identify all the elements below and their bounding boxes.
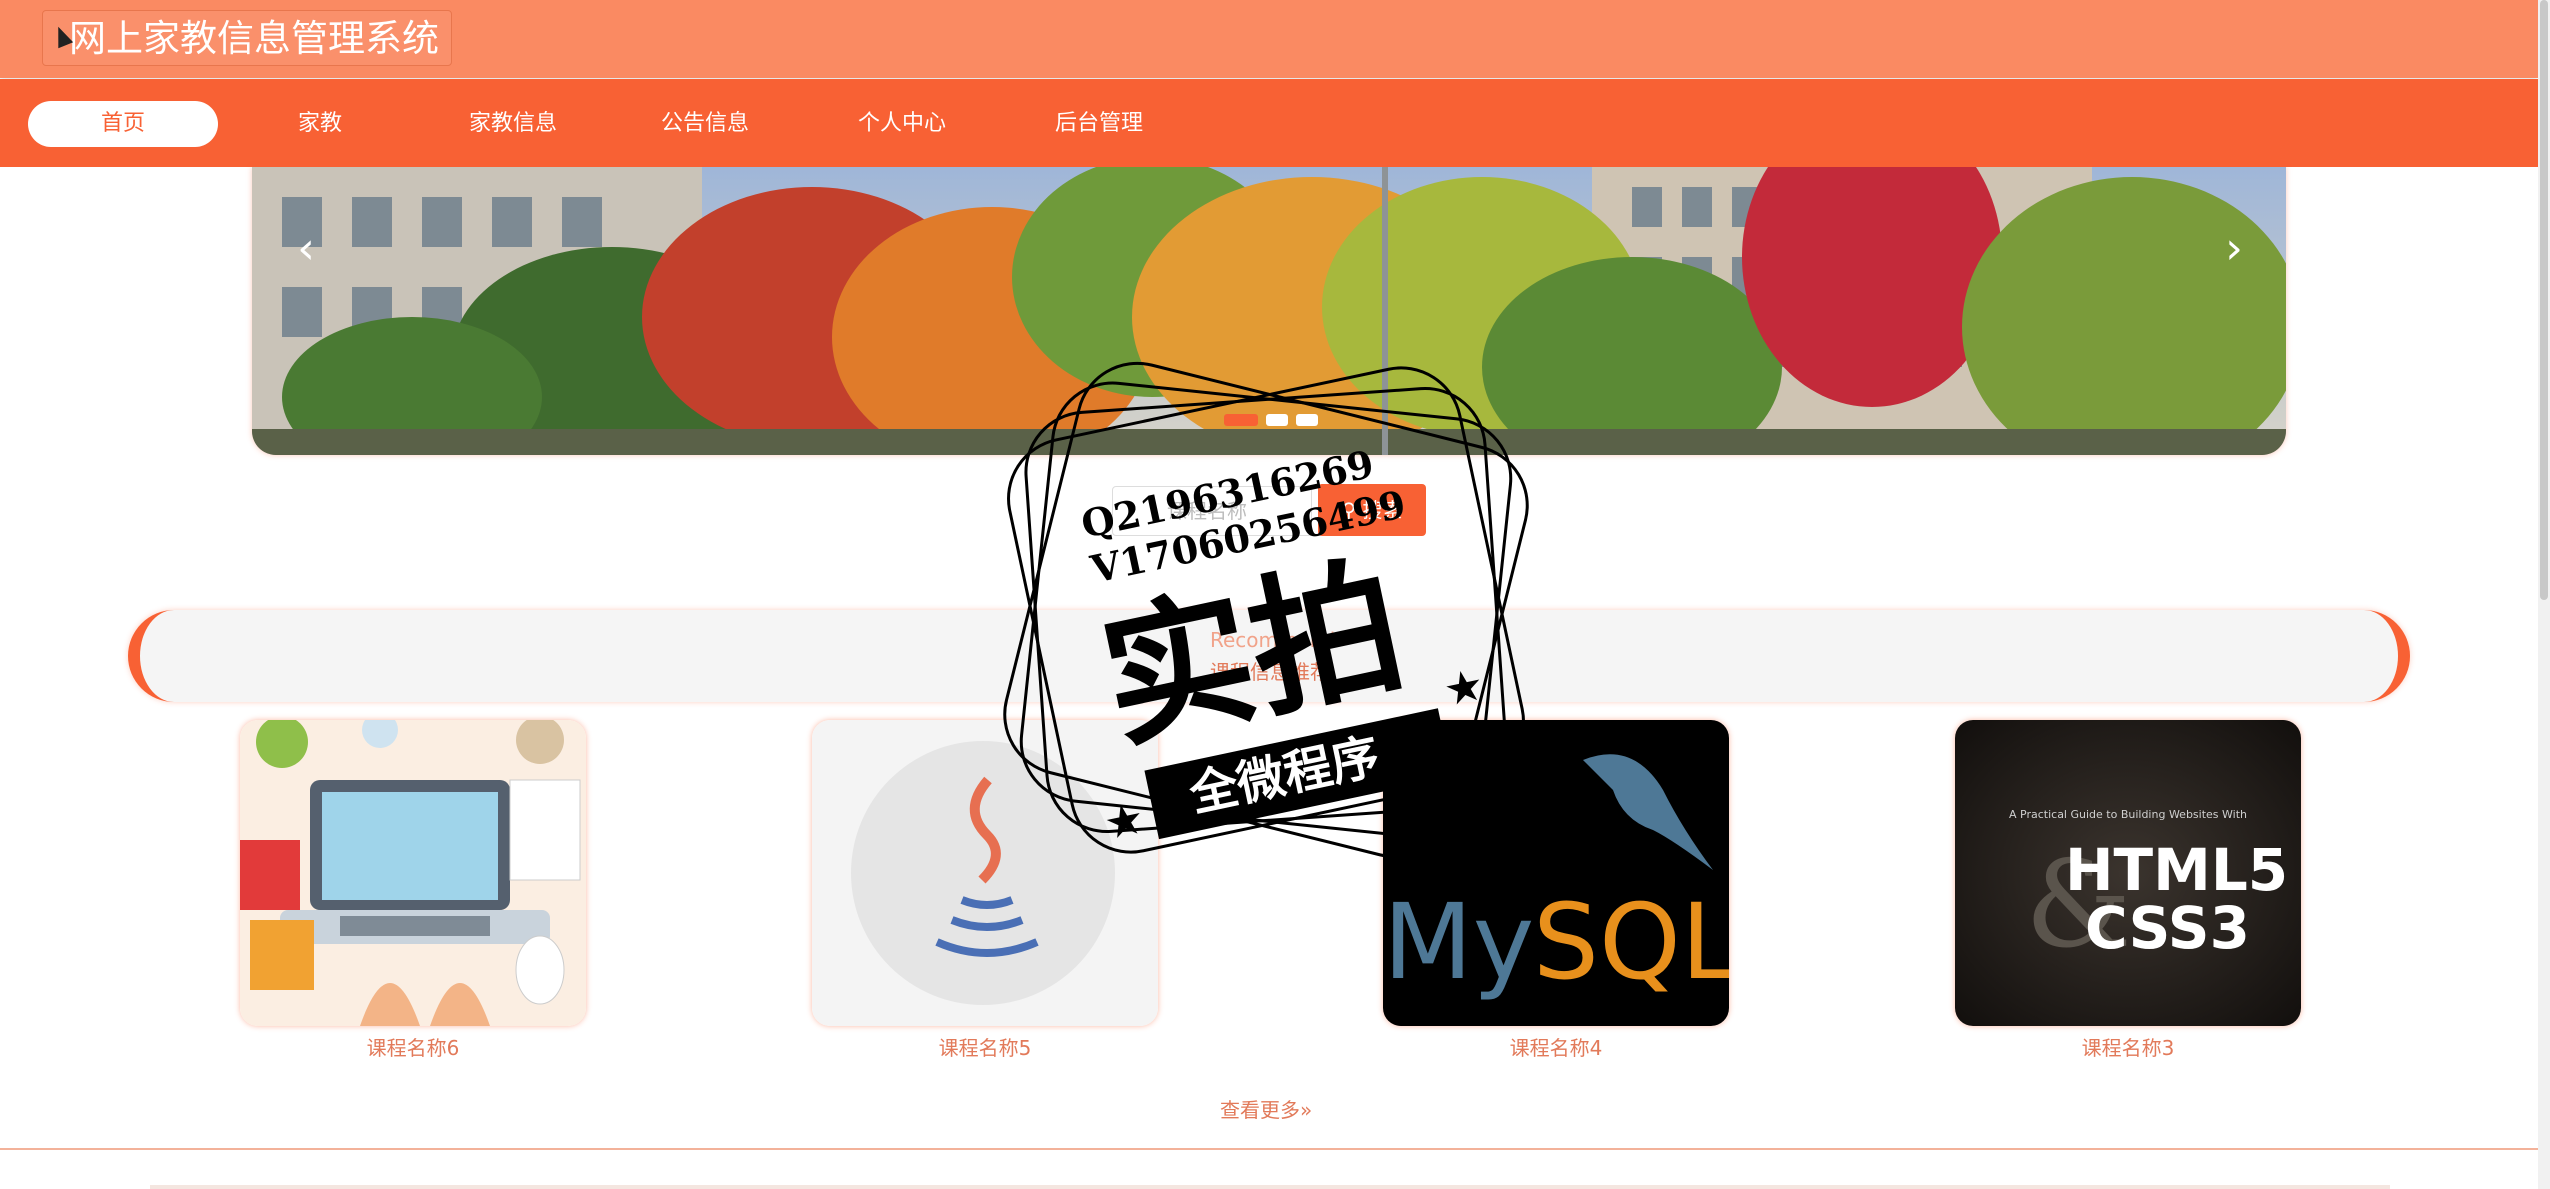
main-nav: 首页 家教 家教信息 公告信息 个人中心 后台管理 — [0, 79, 2538, 167]
section-divider — [0, 1148, 2538, 1150]
site-title: 网上家教信息管理系统 — [69, 17, 439, 60]
banner-dot-3[interactable] — [1296, 414, 1318, 426]
book-cover-subtitle: A Practical Guide to Building Websites W… — [2009, 808, 2247, 821]
chevron-right-icon: › — [2225, 223, 2243, 274]
scrollbar-thumb[interactable] — [2540, 0, 2548, 600]
course-card-6[interactable] — [240, 720, 586, 1026]
search-input[interactable]: 课程名称 — [1112, 486, 1312, 536]
html5-css3-book-cover: A Practical Guide to Building Websites W… — [1955, 720, 2301, 1026]
banner-carousel: ‹ › — [252, 167, 2286, 455]
banner-image — [252, 167, 2286, 455]
book-cover-css3: CSS3 — [2085, 894, 2250, 962]
nav-item-tutor-info[interactable]: 家教信息 — [418, 101, 608, 147]
banner-dot-1[interactable] — [1224, 414, 1258, 426]
watermark-ribbon-text: 全微程序 — [1184, 728, 1384, 823]
course-card-4[interactable]: My SQL — [1383, 720, 1729, 1026]
nav-item-admin[interactable]: 后台管理 — [1004, 101, 1194, 147]
double-chevron-right-icon: » — [1300, 1098, 1313, 1122]
course-name-3[interactable]: 课程名称3 — [1955, 1032, 2301, 1061]
java-logo-illustration — [812, 720, 1158, 1026]
banner-prev-button[interactable]: ‹ — [286, 227, 326, 271]
nav-item-profile[interactable]: 个人中心 — [807, 101, 997, 147]
mysql-logo-text-my: My — [1383, 881, 1534, 1003]
nav-item-notices[interactable]: 公告信息 — [610, 101, 800, 147]
search-button[interactable]: ⚲ 搜索 — [1318, 484, 1426, 536]
view-more-link[interactable]: 查看更多» — [1220, 1094, 1312, 1123]
banner-dot-2[interactable] — [1266, 414, 1288, 426]
course-name-6[interactable]: 课程名称6 — [240, 1032, 586, 1061]
nav-item-tutor[interactable]: 家教 — [225, 101, 415, 147]
top-header: 网上家教信息管理系统 — [0, 0, 2538, 78]
search-button-label: 搜索 — [1362, 498, 1403, 522]
course-card-3[interactable]: A Practical Guide to Building Websites W… — [1955, 720, 2301, 1026]
view-more-label: 查看更多 — [1220, 1098, 1300, 1122]
banner-next-button[interactable]: › — [2214, 227, 2254, 271]
course-name-4[interactable]: 课程名称4 — [1383, 1032, 1729, 1061]
search-icon: ⚲ — [1341, 498, 1357, 522]
mysql-logo-text-sql: SQL — [1533, 881, 1729, 1003]
course-name-5[interactable]: 课程名称5 — [812, 1032, 1158, 1061]
course-card-5[interactable] — [812, 720, 1158, 1026]
next-section-top-edge — [150, 1185, 2390, 1189]
chevron-left-icon: ‹ — [297, 223, 315, 274]
section-title-en: Recommend — [1210, 628, 1336, 652]
page-scrollbar[interactable] — [2538, 0, 2550, 1189]
nav-item-home[interactable]: 首页 — [28, 101, 218, 147]
mysql-logo-illustration: My SQL — [1383, 720, 1729, 1026]
laptop-illustration — [240, 720, 586, 1026]
site-title-box: 网上家教信息管理系统 — [42, 10, 452, 66]
section-title-cn: 课程信息推荐 — [1210, 660, 1330, 684]
